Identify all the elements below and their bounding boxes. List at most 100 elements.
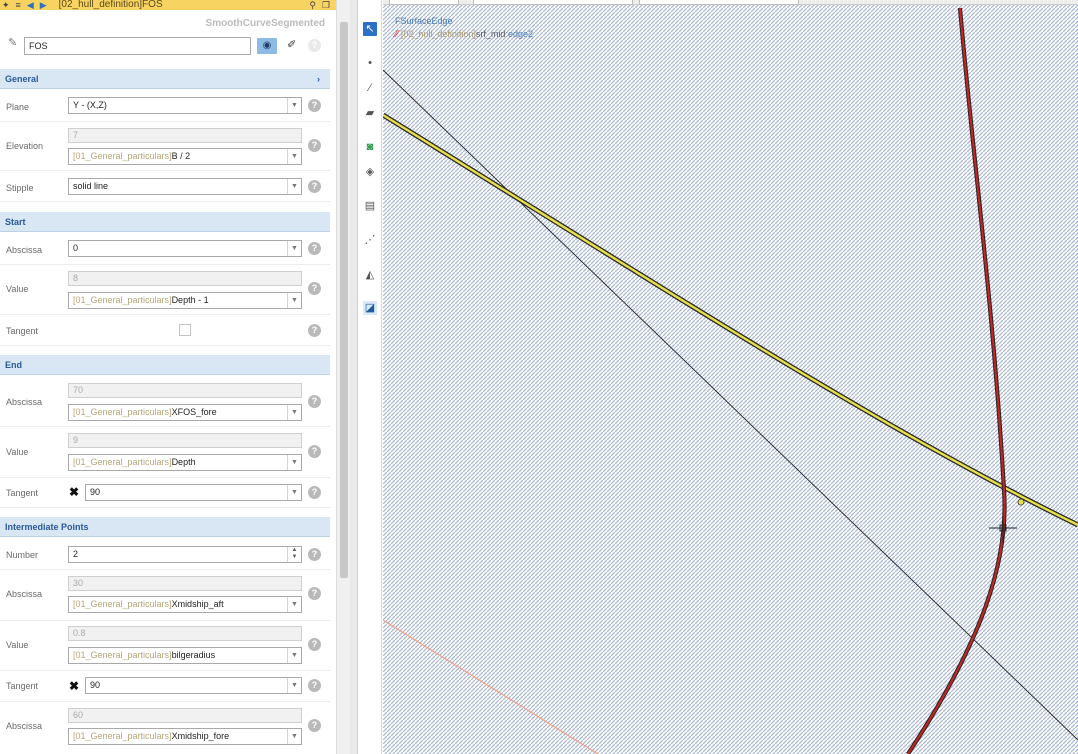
dotted-line-tool-icon[interactable]: ⋰ <box>363 233 377 247</box>
help-icon[interactable]: ? <box>308 99 321 112</box>
chevron-down-icon[interactable]: ▼ <box>287 597 301 612</box>
panel-scrollbar[interactable] <box>336 0 350 754</box>
scrollbar-thumb[interactable] <box>340 22 348 578</box>
curve-point[interactable] <box>1017 498 1025 506</box>
chevron-down-icon[interactable]: ▼ <box>287 678 301 693</box>
end-value-row: Value 9 [01_General_particulars]Depth ▼ … <box>0 427 330 478</box>
number-stepper[interactable]: 2 ▲ ▼ <box>68 546 302 563</box>
chevron-down-icon[interactable]: ▼ <box>287 485 301 500</box>
name-row: ✎ ◉ ✐ ? <box>0 28 336 55</box>
help-icon[interactable]: ? <box>308 139 321 152</box>
elevation-label: Elevation <box>6 141 44 151</box>
start-value-expression[interactable]: [01_General_particulars]Depth - 1 ▼ <box>68 292 302 309</box>
menu-icon[interactable]: ≡ <box>16 0 21 10</box>
3d-viewport[interactable]: FSurfaceEdge ∕∕ [02_hull_definition]srf_… <box>383 0 1078 754</box>
p1-value-row: Value 0.8 [01_General_particulars]bilger… <box>0 621 330 671</box>
plane-select[interactable]: Y - (X,Z) ▼ <box>68 97 302 114</box>
p1-tangent-row: Tangent ✖ 90 ▼ ? <box>0 671 330 702</box>
stipple-row: Stipple solid line ▼ ? <box>0 171 330 202</box>
stipple-select[interactable]: solid line ▼ <box>68 178 302 195</box>
surface-curve-tool-icon[interactable]: ◙ <box>363 140 377 154</box>
select-tool-icon[interactable]: ↖ <box>363 22 377 36</box>
surface-tool-icon[interactable]: ▰ <box>363 106 377 120</box>
visibility-eye-icon[interactable]: ◉ <box>257 38 277 54</box>
back-arrow-icon[interactable]: ◀ <box>27 0 34 10</box>
chevron-down-icon[interactable]: ▼ <box>287 293 301 308</box>
help-icon[interactable]: ? <box>308 486 321 499</box>
p2-abscissa-computed: 60 <box>68 708 302 723</box>
help-icon[interactable]: ? <box>308 282 321 295</box>
splitter[interactable] <box>350 0 358 754</box>
chevron-down-icon[interactable]: ▼ <box>287 98 301 113</box>
solid-tool-icon[interactable]: ◭ <box>363 268 377 282</box>
section-general[interactable]: General › <box>0 69 330 89</box>
help-icon[interactable]: ? <box>308 679 321 692</box>
copy-icon[interactable]: ❐ <box>322 0 330 10</box>
p1-tangent-checked-icon[interactable]: ✖ <box>69 680 79 692</box>
chevron-down-icon[interactable]: ▼ <box>287 241 301 256</box>
help-icon[interactable]: ? <box>308 719 321 732</box>
start-tangent-checkbox[interactable] <box>179 324 191 336</box>
forward-arrow-icon[interactable]: ▶ <box>40 0 47 10</box>
section-intermediate-points[interactable]: Intermediate Points <box>0 517 330 537</box>
object-type: SmoothCurveSegmented <box>205 18 325 29</box>
frame-tool-icon[interactable]: ▤ <box>363 199 377 213</box>
help-icon[interactable]: ? <box>308 39 321 52</box>
pin-icon[interactable]: ✦ <box>2 0 10 10</box>
p1-value-expression[interactable]: [01_General_particulars]bilgeradius ▼ <box>68 647 302 664</box>
end-value-computed: 9 <box>68 433 302 448</box>
section-start[interactable]: Start <box>0 212 330 232</box>
viewport-canvas[interactable] <box>383 0 1078 754</box>
help-icon[interactable]: ? <box>308 395 321 408</box>
help-icon[interactable]: ? <box>308 445 321 458</box>
chevron-down-icon[interactable]: ▼ <box>287 179 301 194</box>
end-tangent-label: Tangent <box>6 488 39 498</box>
start-abscissa-input[interactable]: 0 ▼ <box>68 240 302 257</box>
chevron-down-icon[interactable]: ▼ <box>287 729 301 744</box>
help-icon[interactable]: ? <box>308 587 321 600</box>
end-abscissa-label: Abscissa <box>6 397 43 407</box>
help-icon[interactable]: ? <box>308 180 321 193</box>
help-icon[interactable]: ? <box>308 548 321 561</box>
end-abscissa-computed: 70 <box>68 383 302 398</box>
help-icon[interactable]: ? <box>308 242 321 255</box>
help-icon[interactable]: ? <box>308 324 321 337</box>
p2-abscissa-expression[interactable]: [01_General_particulars]Xmidship_fore ▼ <box>68 728 302 745</box>
chevron-down-icon[interactable]: ▼ <box>287 455 301 470</box>
p1-tangent-input[interactable]: 90 ▼ <box>85 677 302 694</box>
section-end[interactable]: End <box>0 355 330 375</box>
p1-abscissa-expression[interactable]: [01_General_particulars]Xmidship_aft ▼ <box>68 596 302 613</box>
chevron-down-icon[interactable]: ▼ <box>287 648 301 663</box>
document-tabs <box>383 0 1078 5</box>
import-tool-icon[interactable]: ◪ <box>363 301 377 315</box>
end-tangent-input[interactable]: 90 ▼ <box>85 484 302 501</box>
end-tangent-checked-icon[interactable]: ✖ <box>69 486 79 498</box>
curve-tool-icon[interactable]: ∕ <box>363 81 377 95</box>
chevron-down-icon[interactable]: ▼ <box>287 405 301 420</box>
help-icon[interactable]: ? <box>308 638 321 651</box>
viewport-object-title: FSurfaceEdge <box>395 16 453 26</box>
plane-label: Plane <box>6 102 30 112</box>
end-abscissa-expression[interactable]: [01_General_particulars]XFOS_fore ▼ <box>68 404 302 421</box>
document-tab[interactable] <box>639 0 799 5</box>
plane-row: Plane Y - (X,Z) ▼ ? <box>0 90 330 122</box>
object-name-input[interactable] <box>24 37 251 55</box>
chevron-down-icon[interactable]: ▼ <box>287 149 301 164</box>
start-value-row: Value 8 [01_General_particulars]Depth - … <box>0 265 330 315</box>
end-value-expression[interactable]: [01_General_particulars]Depth ▼ <box>68 454 302 471</box>
p1-abscissa-computed: 30 <box>68 576 302 591</box>
point-tool-icon[interactable]: • <box>363 56 377 70</box>
chevron-right-icon[interactable]: › <box>317 69 320 89</box>
number-row: Number 2 ▲ ▼ ? <box>0 538 330 570</box>
document-tab[interactable] <box>473 0 633 5</box>
edit-pencil-icon[interactable]: ✐ <box>287 38 296 51</box>
elevation-expression[interactable]: [01_General_particulars]B / 2 ▼ <box>68 148 302 165</box>
elevation-computed-value: 7 <box>68 128 302 143</box>
search-icon[interactable]: ⚲ <box>309 0 316 10</box>
document-tab[interactable] <box>389 0 459 5</box>
section-general-label: General <box>5 74 39 84</box>
start-tangent-row: Tangent ? <box>0 315 330 346</box>
spin-arrows-icon[interactable]: ▲ ▼ <box>287 547 301 562</box>
plane-tool-icon[interactable]: ◈ <box>363 165 377 179</box>
start-value-label: Value <box>6 284 29 294</box>
